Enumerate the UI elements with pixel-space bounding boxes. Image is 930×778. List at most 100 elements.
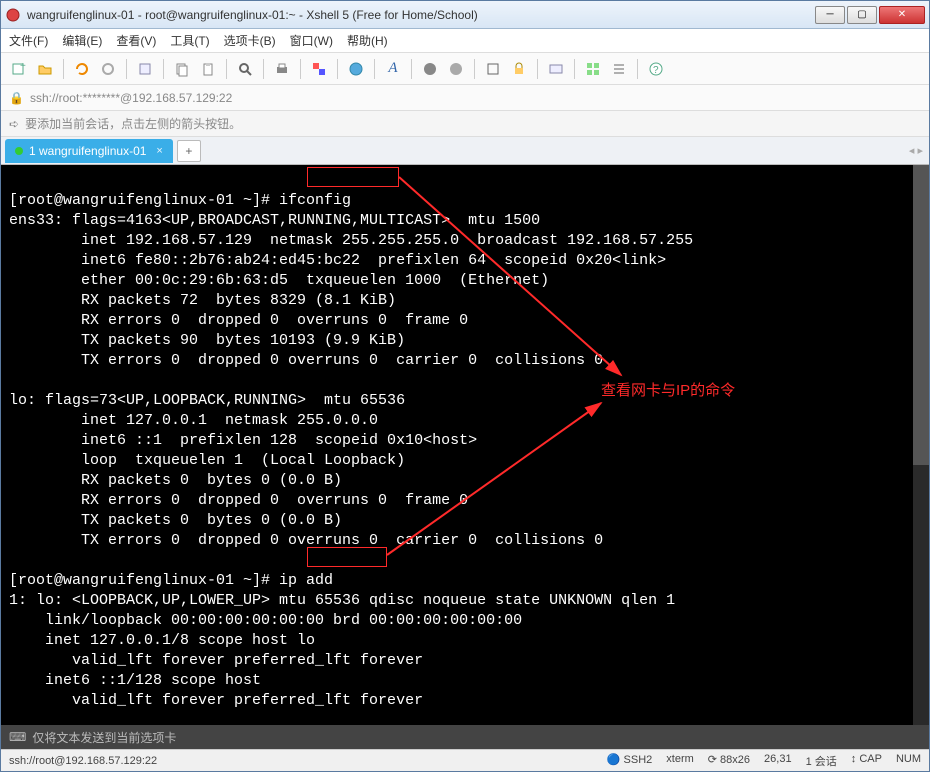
help-icon[interactable]: ? (646, 59, 666, 79)
lock-icon[interactable] (509, 59, 529, 79)
status-ssh: SSH2 (624, 754, 653, 766)
color-icon[interactable] (309, 59, 329, 79)
paste-icon[interactable] (198, 59, 218, 79)
separator (226, 59, 227, 79)
status-num: NUM (896, 753, 921, 769)
output-line: TX errors 0 dropped 0 overruns 0 carrier… (9, 352, 603, 369)
menu-tools[interactable]: 工具(T) (170, 32, 209, 49)
separator (537, 59, 538, 79)
separator (374, 59, 375, 79)
command: ifconfig (270, 192, 351, 209)
output-line: RX errors 0 dropped 0 overruns 0 frame 0 (9, 312, 468, 329)
output-line: inet6 ::1 prefixlen 128 scopeid 0x10<hos… (9, 432, 477, 449)
open-icon[interactable] (35, 59, 55, 79)
separator (300, 59, 301, 79)
output-line: valid_lft forever preferred_lft forever (9, 692, 423, 709)
new-tab-button[interactable]: + (177, 140, 201, 162)
script-icon[interactable] (420, 59, 440, 79)
svg-text:?: ? (653, 65, 659, 76)
status-cap: CAP (859, 753, 882, 765)
close-button[interactable]: ✕ (879, 6, 925, 24)
app-icon (5, 7, 21, 23)
disconnect-icon[interactable] (98, 59, 118, 79)
scrollbar[interactable] (913, 165, 929, 725)
copy-icon[interactable] (172, 59, 192, 79)
output-line: inet 127.0.0.1/8 scope host lo (9, 632, 315, 649)
separator (474, 59, 475, 79)
reconnect-icon[interactable] (72, 59, 92, 79)
output-line: inet 127.0.0.1 netmask 255.0.0.0 (9, 412, 378, 429)
tab-bar: 1 wangruifenglinux-01 × + ◂ ▸ (1, 137, 929, 165)
output-line: lo: flags=73<UP,LOOPBACK,RUNNING> mtu 65… (9, 392, 405, 409)
status-address: ssh://root@192.168.57.129:22 (9, 755, 157, 767)
new-session-icon[interactable]: + (9, 59, 29, 79)
output-line: inet 192.168.57.129 netmask 255.255.255.… (9, 232, 693, 249)
compose-icon: ⌨ (9, 730, 26, 744)
annotation-text: 查看网卡与IP的命令 (601, 381, 735, 401)
layout-icon[interactable] (583, 59, 603, 79)
print-icon[interactable] (272, 59, 292, 79)
menu-view[interactable]: 查看(V) (116, 32, 156, 49)
close-tab-icon[interactable]: × (156, 145, 162, 157)
minimize-button[interactable]: ─ (815, 6, 845, 24)
output-line: inet6 ::1/128 scope host (9, 672, 261, 689)
arrow-icon[interactable]: ➪ (9, 117, 19, 131)
separator (263, 59, 264, 79)
window-title: wangruifenglinux-01 - root@wangruifengli… (27, 8, 813, 22)
tab-label: 1 wangruifenglinux-01 (29, 144, 146, 158)
tab-nav[interactable]: ◂ ▸ (909, 144, 923, 157)
status-cursor: 26,31 (764, 753, 792, 769)
menu-window[interactable]: 窗口(W) (290, 32, 333, 49)
separator (63, 59, 64, 79)
output-line: RX packets 72 bytes 8329 (8.1 KiB) (9, 292, 396, 309)
scrollbar-thumb[interactable] (913, 165, 929, 465)
window-controls: ─ ▢ ✕ (813, 6, 925, 24)
lock-icon: 🔒 (9, 91, 24, 105)
compose-hint: 仅将文本发送到当前选项卡 (32, 729, 176, 746)
separator (574, 59, 575, 79)
output-line: TX packets 90 bytes 10193 (9.9 KiB) (9, 332, 405, 349)
font-icon[interactable]: A (383, 59, 403, 79)
separator (411, 59, 412, 79)
hint-text: 要添加当前会话，点击左侧的箭头按钮。 (25, 115, 241, 132)
status-term: xterm (666, 753, 694, 769)
list-icon[interactable] (609, 59, 629, 79)
separator (637, 59, 638, 79)
status-dot-icon (15, 147, 23, 155)
titlebar[interactable]: wangruifenglinux-01 - root@wangruifengli… (1, 1, 929, 29)
address-text[interactable]: ssh://root:********@192.168.57.129:22 (30, 91, 232, 105)
prompt: [root@wangruifenglinux-01 ~]# (9, 572, 270, 589)
output-line: ens33: flags=4163<UP,BROADCAST,RUNNING,M… (9, 212, 540, 229)
output-line: ether 00:0c:29:6b:63:d5 txqueuelen 1000 … (9, 272, 549, 289)
session-tab[interactable]: 1 wangruifenglinux-01 × (5, 139, 173, 163)
annotation-box (307, 167, 399, 187)
output-line: RX packets 0 bytes 0 (0.0 B) (9, 472, 342, 489)
output-line: loop txqueuelen 1 (Local Loopback) (9, 452, 405, 469)
prompt: [root@wangruifenglinux-01 ~]# (9, 192, 270, 209)
svg-text:+: + (20, 61, 26, 72)
transfer-icon[interactable] (546, 59, 566, 79)
hint-bar: ➪ 要添加当前会话，点击左侧的箭头按钮。 (1, 111, 929, 137)
output-line: TX packets 0 bytes 0 (0.0 B) (9, 512, 342, 529)
globe-icon[interactable] (346, 59, 366, 79)
maximize-button[interactable]: ▢ (847, 6, 877, 24)
script2-icon[interactable] (446, 59, 466, 79)
address-bar: 🔒 ssh://root:********@192.168.57.129:22 (1, 85, 929, 111)
separator (126, 59, 127, 79)
menu-edit[interactable]: 编辑(E) (62, 32, 102, 49)
properties-icon[interactable] (135, 59, 155, 79)
output-line: link/loopback 00:00:00:00:00:00 brd 00:0… (9, 612, 522, 629)
output-line: inet6 fe80::2b76:ab24:ed45:bc22 prefixle… (9, 252, 666, 269)
menubar: 文件(F) 编辑(E) 查看(V) 工具(T) 选项卡(B) 窗口(W) 帮助(… (1, 29, 929, 53)
separator (163, 59, 164, 79)
menu-tab[interactable]: 选项卡(B) (224, 32, 276, 49)
separator (337, 59, 338, 79)
menu-file[interactable]: 文件(F) (9, 32, 48, 49)
fullscreen-icon[interactable] (483, 59, 503, 79)
compose-bar[interactable]: ⌨ 仅将文本发送到当前选项卡 (1, 725, 929, 749)
output-line: RX errors 0 dropped 0 overruns 0 frame 0 (9, 492, 468, 509)
find-icon[interactable] (235, 59, 255, 79)
terminal[interactable]: [root@wangruifenglinux-01 ~]# ifconfig e… (1, 165, 929, 725)
menu-help[interactable]: 帮助(H) (347, 32, 388, 49)
app-window: wangruifenglinux-01 - root@wangruifengli… (0, 0, 930, 772)
